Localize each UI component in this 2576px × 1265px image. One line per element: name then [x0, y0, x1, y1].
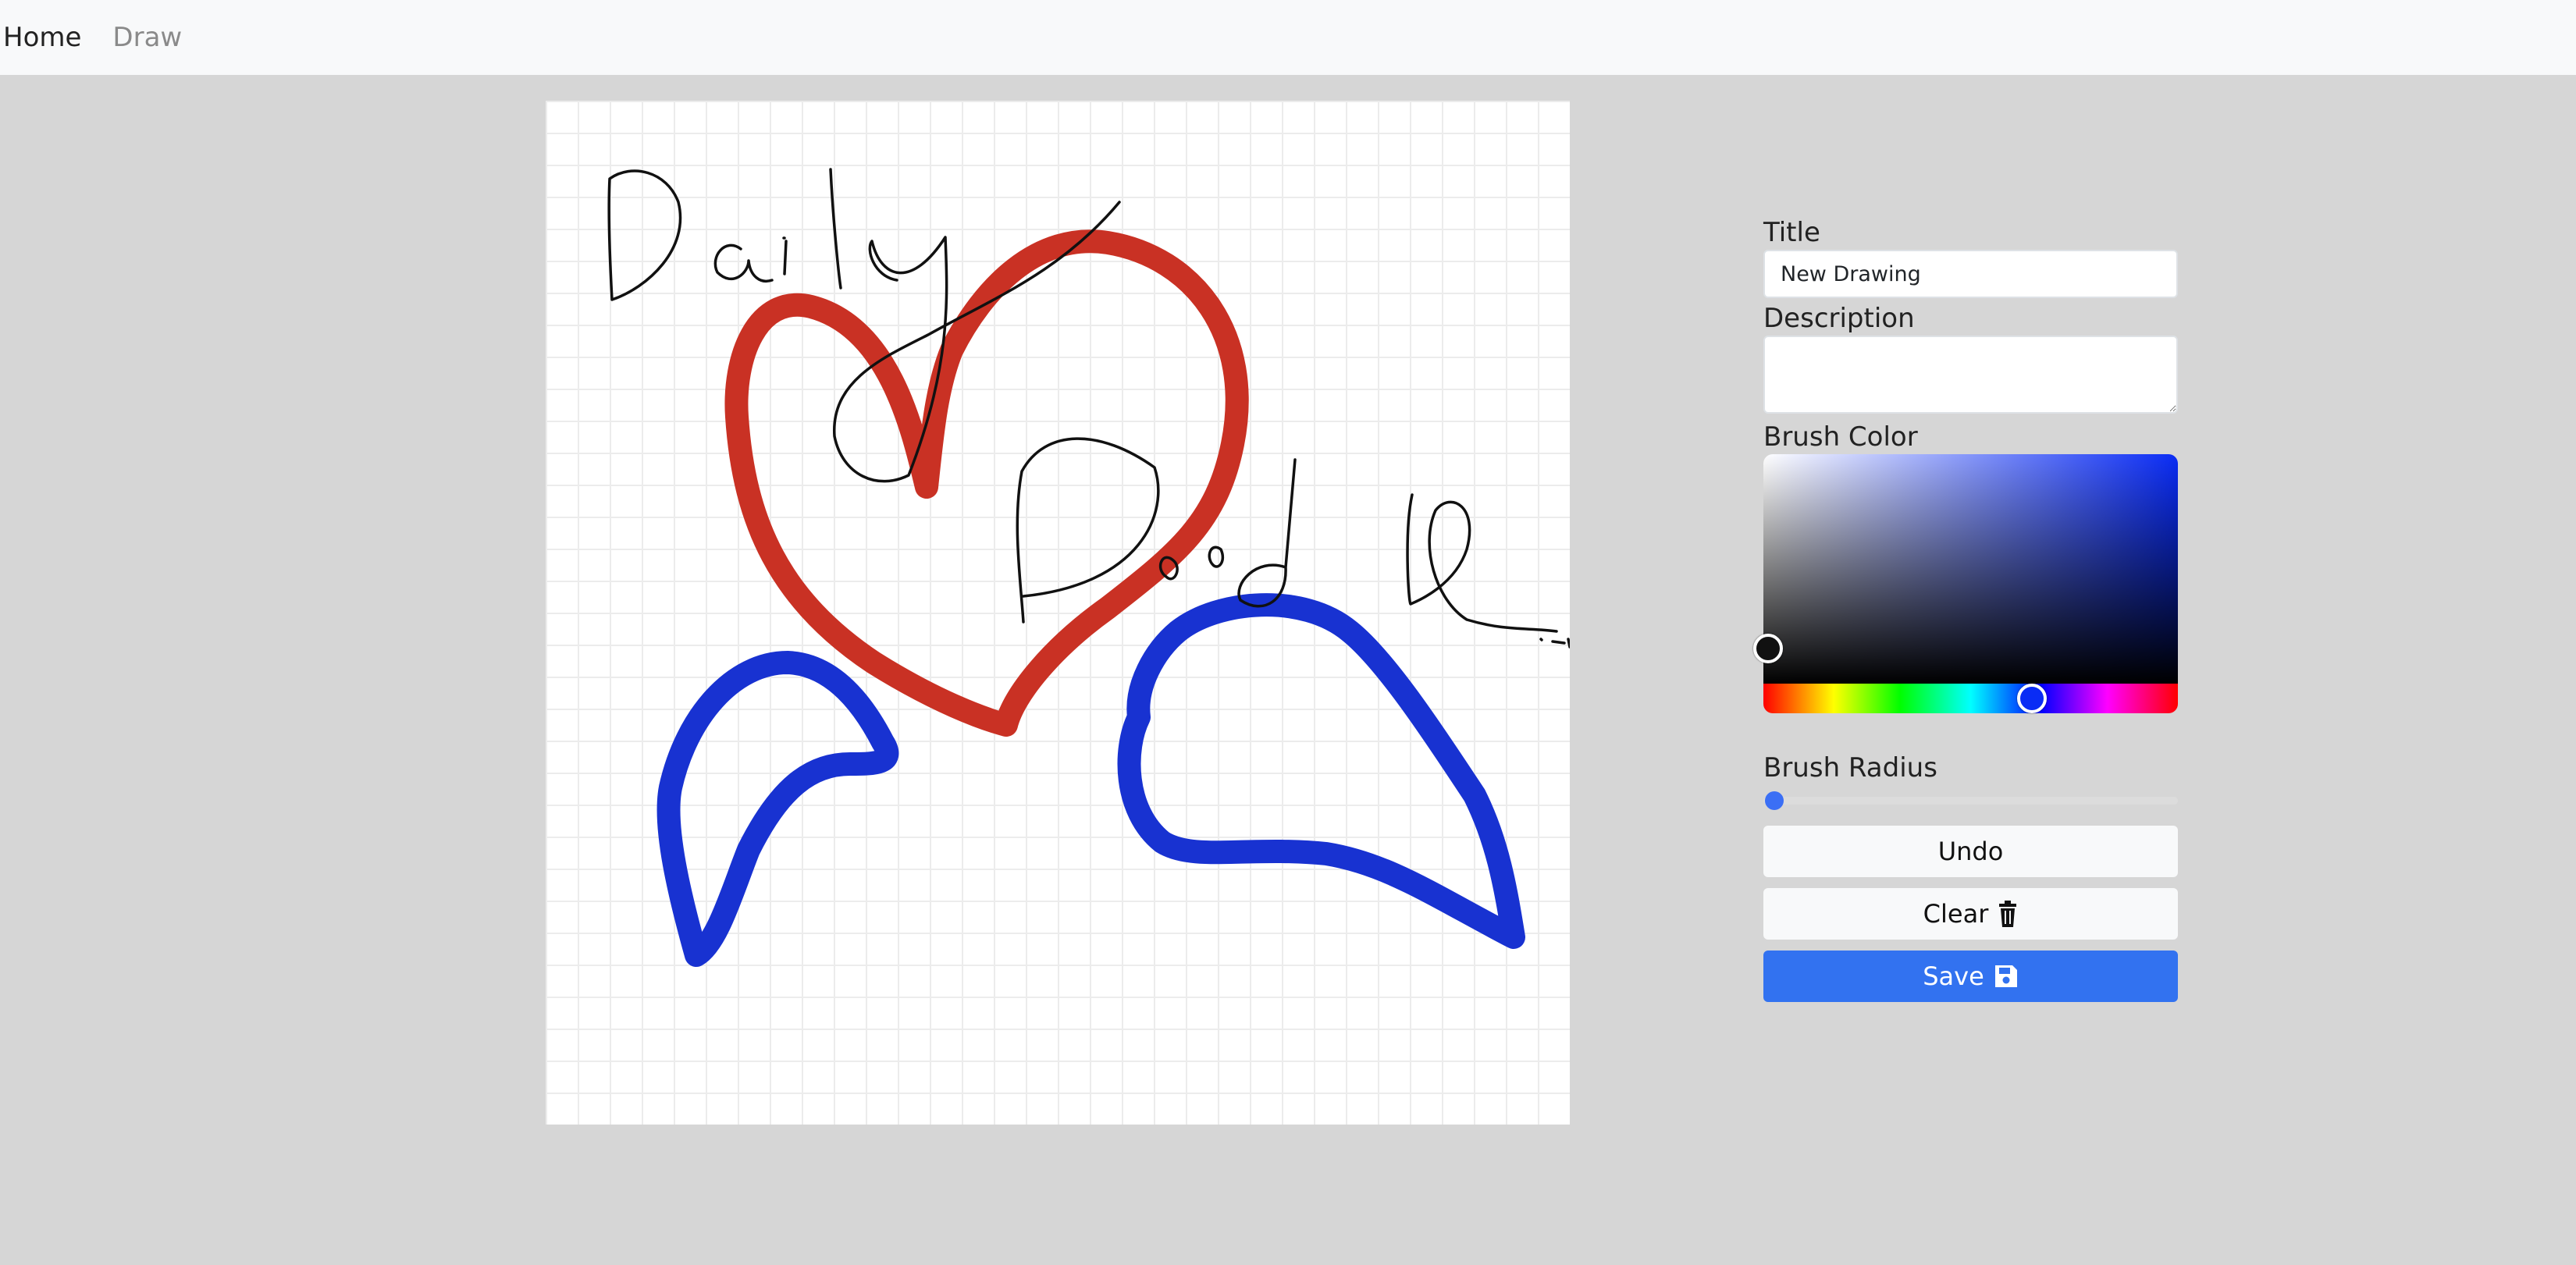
drawing-strokes	[607, 168, 1570, 967]
undo-button[interactable]: Undo	[1763, 826, 2178, 877]
floppy-disk-icon	[1994, 965, 2017, 987]
undo-button-label: Undo	[1937, 837, 2004, 866]
blue-shape-left-stroke	[656, 651, 899, 967]
brush-radius-track	[1763, 797, 2178, 805]
drawing-settings-panel: Title Description Brush Color Brush Radi…	[1753, 215, 2178, 1013]
clear-button[interactable]: Clear	[1763, 888, 2178, 940]
color-saturation-area[interactable]	[1753, 454, 2178, 684]
hue-slider[interactable]	[1763, 684, 2178, 713]
save-button-label: Save	[1923, 961, 1984, 991]
brush-radius-slider[interactable]	[1763, 791, 2178, 810]
nav-home-link[interactable]: Home	[3, 22, 81, 53]
clear-button-label: Clear	[1923, 899, 1989, 929]
title-label: Title	[1763, 217, 1820, 248]
description-textarea[interactable]	[1763, 336, 2178, 414]
save-button[interactable]: Save	[1763, 951, 2178, 1002]
brush-color-label: Brush Color	[1763, 421, 1918, 453]
blue-shape-right-stroke	[1117, 593, 1525, 949]
nav-draw-link[interactable]: Draw	[112, 22, 182, 53]
brush-radius-thumb[interactable]	[1765, 791, 1784, 810]
description-label: Description	[1763, 303, 1915, 334]
navbar: Home Draw	[0, 0, 2576, 75]
color-picker-handle[interactable]	[1753, 634, 1783, 663]
drawing-canvas[interactable]	[546, 101, 1570, 1125]
trash-icon	[1999, 901, 2017, 927]
title-input[interactable]	[1763, 250, 2178, 298]
brush-radius-label: Brush Radius	[1763, 752, 1937, 784]
hue-slider-handle[interactable]	[2017, 684, 2047, 713]
